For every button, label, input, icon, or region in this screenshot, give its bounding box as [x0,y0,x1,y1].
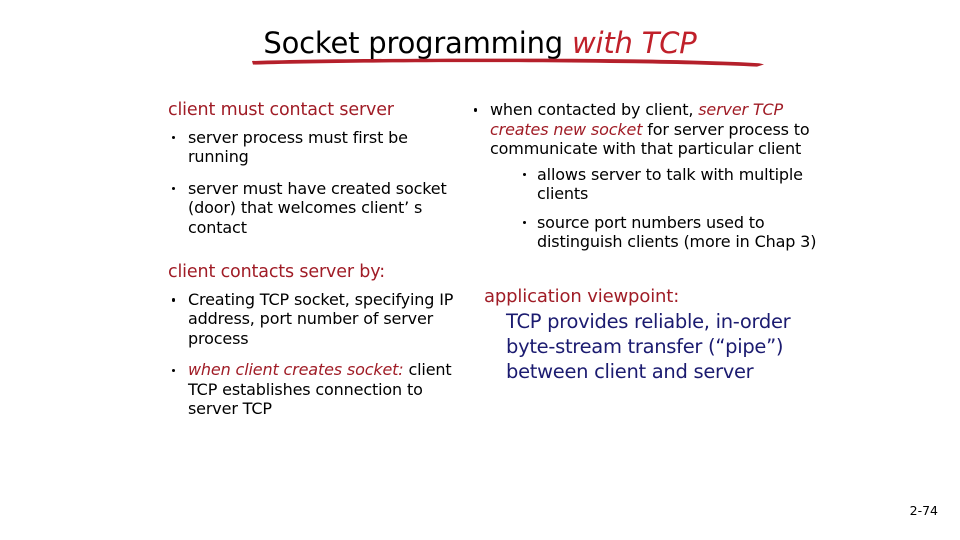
heading-client-must-contact-server: client must contact server [168,100,394,120]
list-item: when contacted by client, server TCP cre… [470,100,830,252]
list-item: source port numbers used to distinguish … [520,213,830,252]
bullet-dot-icon [523,220,527,225]
bullet-dot-icon [523,172,527,177]
bullet-list-client-contacts-server: Creating TCP socket, specifying IP addre… [168,290,458,419]
slide-title: Socket programming with TCP [0,26,960,67]
title-line: Socket programming with TCP [252,26,765,67]
list-item: Creating TCP socket, specifying IP addre… [168,290,458,349]
bullet-list-server-side: when contacted by client, server TCP cre… [470,100,830,252]
heading-client-contacts-server-by: client contacts server by: [168,262,385,283]
title-accent-text: with TCP [571,26,697,60]
list-item-text: server must have created socket (door) t… [188,178,447,237]
bullet-list-client-must-contact: server process must first be running ser… [168,128,458,238]
list-item: when client creates socket: client TCP e… [168,360,458,419]
slide-body: client must contact server server proces… [0,100,960,500]
list-item-emphasis: when client creates socket: [188,360,404,380]
title-main-text: Socket programming [263,26,563,60]
list-item-text: server process must first be running [188,127,408,167]
bullet-dot-icon [172,135,176,140]
list-item-text: source port numbers used to distinguish … [537,212,817,252]
sub-bullet-list: allows server to talk with multiple clie… [490,165,830,252]
heading-application-viewpoint: application viewpoint: [484,285,680,307]
list-item-lead-text: when contacted by client, [490,100,694,119]
bullet-dot-icon [172,368,176,373]
list-item-text: Creating TCP socket, specifying IP addre… [188,289,454,348]
list-item-text: allows server to talk with multiple clie… [537,164,803,204]
page-number: 2-74 [909,503,938,518]
bullet-dot-icon [172,186,176,191]
application-viewpoint-block: application viewpoint: TCP provides reli… [470,286,830,385]
list-item: allows server to talk with multiple clie… [520,165,830,204]
bullet-dot-icon [474,108,478,112]
slide-canvas: Socket programming with TCP client must c… [0,0,960,540]
right-column: when contacted by client, server TCP cre… [470,100,830,385]
left-column: client must contact server server proces… [168,100,458,419]
list-item: server must have created socket (door) t… [168,179,458,238]
list-item: server process must first be running [168,128,458,167]
application-viewpoint-text: TCP provides reliable, in-order byte-str… [506,310,791,384]
bullet-dot-icon [172,298,176,302]
